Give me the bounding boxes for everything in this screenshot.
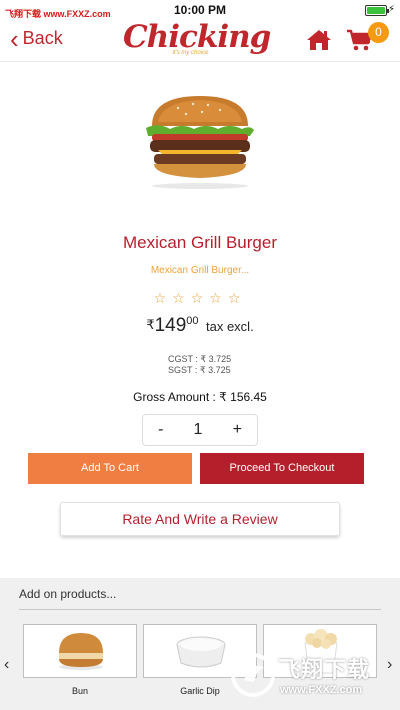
watermark-text: 飞翔下载 xyxy=(278,657,371,682)
quantity-value: 1 xyxy=(193,421,203,438)
tax-breakdown: CGST : ₹ 3.725 SGST : ₹ 3.725 xyxy=(168,354,231,376)
site-watermark: 飞翔下载 www.FXXZ.com xyxy=(228,646,400,710)
charging-icon: ⚡ xyxy=(387,4,395,15)
bun-icon xyxy=(59,633,103,670)
decrement-button[interactable]: - xyxy=(158,421,163,439)
tax-note: tax excl. xyxy=(206,319,254,334)
sgst-value: SGST : ₹ 3.725 xyxy=(168,365,231,375)
app-header: ‹ Back Chicking it's my choice 0 xyxy=(0,20,400,62)
back-label: Back xyxy=(22,28,63,48)
star-icon[interactable]: ☆ xyxy=(228,290,247,306)
star-icon[interactable]: ☆ xyxy=(172,290,191,306)
burger-image xyxy=(138,92,262,190)
watermark-url: www.FXXZ.com xyxy=(280,684,363,696)
product-title: Mexican Grill Burger xyxy=(123,233,277,252)
addon-card-bun[interactable] xyxy=(23,624,137,678)
garlic-dip-icon xyxy=(176,636,226,668)
cart-count-badge: 0 xyxy=(368,22,389,43)
addons-title: Add on products... xyxy=(19,587,117,601)
star-icon[interactable]: ☆ xyxy=(154,290,173,306)
cgst-value: CGST : ₹ 3.725 xyxy=(168,354,232,364)
product-description: Mexican Grill Burger... xyxy=(150,265,250,276)
star-icon[interactable]: ☆ xyxy=(191,290,210,306)
price-decimals: 00 xyxy=(186,315,199,327)
price-whole: 149 xyxy=(154,315,187,336)
review-button[interactable]: Rate And Write a Review xyxy=(60,502,340,536)
add-to-cart-button[interactable]: Add To Cart xyxy=(28,453,192,484)
quantity-stepper: - 1 + xyxy=(142,414,258,446)
status-bar: 飞翔下载 www.FXXZ.com 10:00 PM ⚡ xyxy=(0,0,400,20)
rating-stars[interactable]: ☆☆☆☆☆ xyxy=(0,290,400,307)
currency-symbol: ₹ xyxy=(146,317,155,332)
logo-text: Chicking xyxy=(123,19,271,55)
back-button[interactable]: ‹ Back xyxy=(10,23,63,54)
increment-button[interactable]: + xyxy=(233,421,242,439)
gross-amount: Gross Amount : ₹ 156.45 xyxy=(133,390,267,404)
chevron-left-icon[interactable]: ‹ xyxy=(4,656,9,674)
home-icon[interactable] xyxy=(306,28,332,52)
price-display: ₹14900 tax excl. xyxy=(0,315,400,337)
star-icon[interactable]: ☆ xyxy=(209,290,228,306)
battery-icon xyxy=(365,5,389,16)
watermark-logo-icon xyxy=(231,653,275,697)
addon-label-bun: Bun xyxy=(71,686,88,696)
checkout-button[interactable]: Proceed To Checkout xyxy=(200,453,364,484)
brand-logo: Chicking it's my choice xyxy=(123,19,271,62)
chevron-left-icon: ‹ xyxy=(10,23,19,54)
status-time: 10:00 PM xyxy=(173,3,227,17)
addons-divider xyxy=(19,609,381,610)
